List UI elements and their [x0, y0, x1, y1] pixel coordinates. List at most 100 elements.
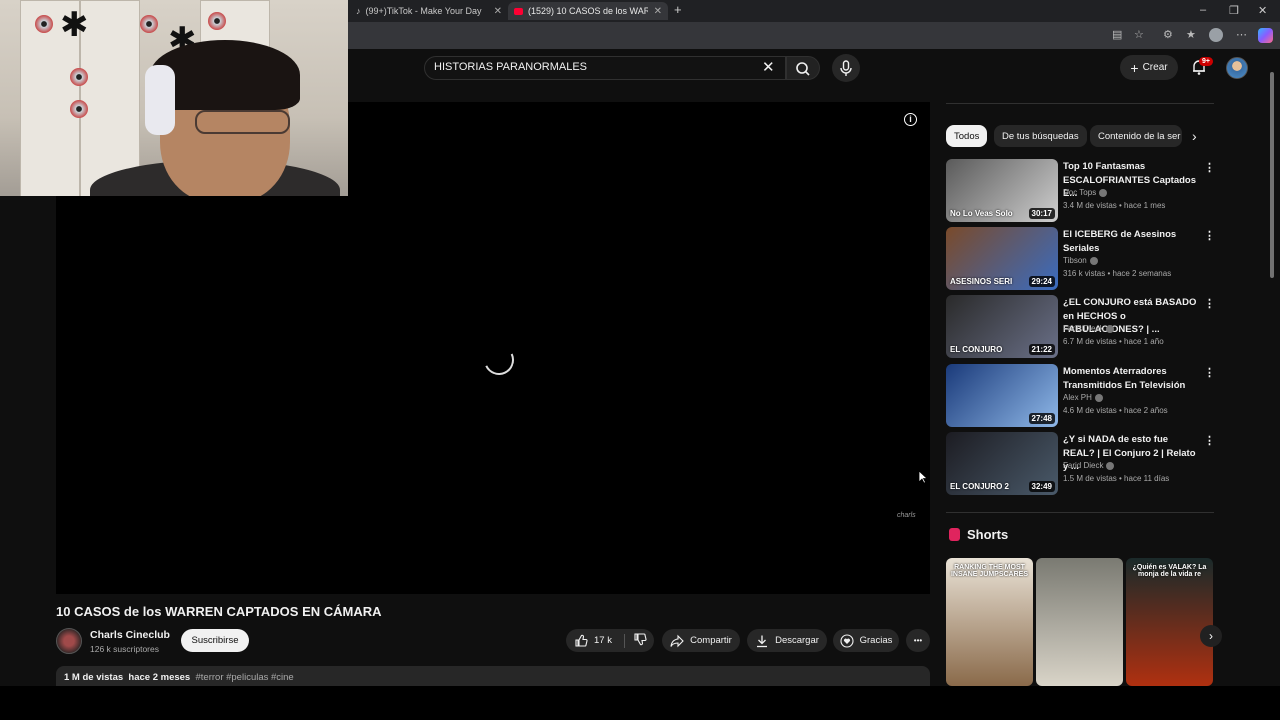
recommended-channel[interactable]: Farid Dieck [1063, 461, 1115, 470]
recommended-meta: 1.5 M de vistas • hace 11 días [1063, 474, 1170, 483]
kebab-menu-icon[interactable]: ⋮ [1204, 161, 1215, 174]
short-video[interactable]: RANKING THE MOST INSANE JUMPSCARES [946, 558, 1033, 686]
video-thumbnail[interactable]: No Lo Veas Solo 30:17 [946, 159, 1058, 222]
search-icon [796, 62, 810, 76]
favorite-star-icon[interactable]: ☆ [1134, 28, 1144, 41]
share-label: Compartir [690, 635, 732, 646]
mouse-cursor-icon [918, 470, 928, 484]
close-tab-icon[interactable]: ✕ [494, 6, 502, 17]
webcam-overlay: ✱ ✱ [0, 0, 348, 196]
view-count: 1 M de vistas [64, 672, 124, 683]
scrollbar-thumb[interactable] [1270, 72, 1274, 278]
search-input[interactable]: HISTORIAS PARANORMALES [434, 61, 587, 73]
channel-name[interactable]: Charls Cineclub [90, 629, 170, 641]
video-duration: 29:24 [1028, 276, 1055, 287]
recommended-video[interactable]: EL CONJURO 21:22 ¿EL CONJURO está BASADO e… [946, 295, 1216, 359]
channel-avatar[interactable] [56, 628, 82, 654]
subscriber-count: 126 k suscriptores [90, 644, 159, 654]
recommended-video[interactable]: No Lo Veas Solo 30:17 Top 10 Fantasmas ESC… [946, 159, 1216, 223]
taskbar-area [0, 686, 1280, 720]
video-duration: 32:49 [1028, 481, 1055, 492]
clear-search-icon[interactable]: ✕ [762, 58, 775, 76]
like-count: 17 k [594, 635, 612, 646]
minimize-button[interactable]: – [1200, 4, 1206, 16]
subscribe-button[interactable]: Suscribirse [181, 629, 249, 652]
video-thumbnail[interactable]: ASESINOS SERI 29:24 [946, 227, 1058, 290]
hashtags[interactable]: #terror #peliculas #cine [196, 672, 294, 683]
shorts-icon [949, 528, 960, 541]
kebab-menu-icon[interactable]: ⋮ [1204, 229, 1215, 242]
dislike-button[interactable] [633, 632, 647, 649]
extensions-icon[interactable]: ⚙ [1163, 28, 1173, 41]
like-dislike-group: 17 k [566, 629, 654, 652]
create-button[interactable]: + Crear [1120, 55, 1178, 80]
close-window-button[interactable]: ✕ [1258, 4, 1267, 17]
tiktok-icon: ♪ [356, 6, 361, 16]
short-caption: ¿Quién es VALAK? La monja de la vida re [1132, 564, 1207, 578]
thanks-button[interactable]: Gracias [833, 629, 899, 652]
account-avatar[interactable] [1226, 57, 1248, 79]
short-video[interactable] [1036, 558, 1123, 686]
like-button[interactable]: 17 k [574, 634, 612, 648]
favorites-icon[interactable]: ★ [1186, 28, 1196, 41]
reader-view-icon[interactable]: ▤ [1112, 28, 1122, 41]
recommended-video[interactable]: EL CONJURO 2 32:49 ¿Y si NADA de esto fue … [946, 432, 1216, 496]
shorts-next-button[interactable]: › [1200, 625, 1222, 647]
more-actions-button[interactable]: ••• [906, 629, 930, 652]
channel-watermark: charls [897, 512, 916, 519]
recommended-video[interactable]: 27:48 Momentos Aterradores Transmitidos E… [946, 364, 1216, 428]
recommended-channel[interactable]: Alex PH [1063, 393, 1103, 402]
recommended-channel[interactable]: Tibson [1063, 256, 1098, 265]
chip-todos[interactable]: Todos [946, 125, 988, 147]
video-thumbnail[interactable]: EL CONJURO 2 32:49 [946, 432, 1058, 495]
short-video[interactable]: ¿Quién es VALAK? La monja de la vida re [1126, 558, 1213, 686]
tab-youtube[interactable]: (1529) 10 CASOS de los WARREN ✕ [508, 2, 668, 20]
copilot-icon[interactable] [1258, 28, 1273, 43]
thanks-heart-icon [840, 633, 854, 648]
eye-decoration [70, 100, 88, 118]
chip-series-content[interactable]: Contenido de la ser [1090, 125, 1182, 147]
kebab-menu-icon[interactable]: ⋮ [1204, 366, 1215, 379]
headset [145, 65, 175, 135]
new-tab-button[interactable]: + [674, 2, 682, 17]
thumbnail-text: No Lo Veas Solo [950, 209, 1013, 218]
search-button[interactable] [786, 56, 820, 80]
recommended-title[interactable]: El ICEBERG de Asesinos Seriales [1063, 228, 1201, 255]
chip-from-searches[interactable]: De tus búsquedas [994, 125, 1087, 147]
thumbnail-text: ASESINOS SERI [950, 277, 1013, 286]
video-duration: 21:22 [1028, 344, 1055, 355]
recommended-video[interactable]: ASESINOS SERI 29:24 El ICEBERG de Asesinos… [946, 227, 1216, 291]
video-thumbnail[interactable]: EL CONJURO 21:22 [946, 295, 1058, 358]
eye-decoration [140, 15, 158, 33]
download-button[interactable]: Descargar [747, 629, 827, 652]
close-tab-icon[interactable]: ✕ [654, 6, 662, 17]
share-button[interactable]: Compartir [662, 629, 740, 652]
eye-decoration [208, 12, 226, 30]
browser-profile-avatar[interactable] [1209, 28, 1223, 42]
tab-tiktok[interactable]: ♪ (99+)TikTok - Make Your Day ✕ [350, 2, 508, 20]
plus-icon: + [1130, 59, 1139, 76]
eye-decoration [35, 15, 53, 33]
video-duration: 30:17 [1028, 208, 1055, 219]
chevron-right-icon[interactable]: › [1192, 128, 1197, 144]
upload-age: hace 2 meses [128, 672, 191, 683]
tab-title: (1529) 10 CASOS de los WARREN [528, 6, 648, 16]
video-thumbnail[interactable]: 27:48 [946, 364, 1058, 427]
shorts-heading: Shorts [967, 527, 1009, 542]
verified-icon [1106, 461, 1115, 470]
notifications-badge: 9+ [1199, 57, 1213, 66]
thumbnail-text: EL CONJURO [950, 345, 1003, 354]
kebab-menu-icon[interactable]: ⋮ [1204, 297, 1215, 310]
maximize-button[interactable]: ❐ [1229, 4, 1239, 17]
kebab-menu-icon[interactable]: ⋮ [1204, 434, 1215, 447]
info-icon[interactable]: i [904, 113, 917, 126]
more-menu-icon[interactable]: ⋯ [1236, 28, 1247, 41]
tab-title: (99+)TikTok - Make Your Day [365, 6, 482, 16]
recommended-meta: 316 k vistas • hace 2 semanas [1063, 269, 1172, 278]
recommended-title[interactable]: Momentos Aterradores Transmitidos En Tel… [1063, 365, 1201, 392]
voice-search-button[interactable] [832, 54, 860, 82]
recommended-channel[interactable]: Doc Tops [1063, 188, 1108, 197]
recommended-channel[interactable]: Farid Dieck [1063, 324, 1115, 333]
verified-icon [1099, 188, 1108, 197]
short-caption: RANKING THE MOST INSANE JUMPSCARES [950, 564, 1028, 578]
